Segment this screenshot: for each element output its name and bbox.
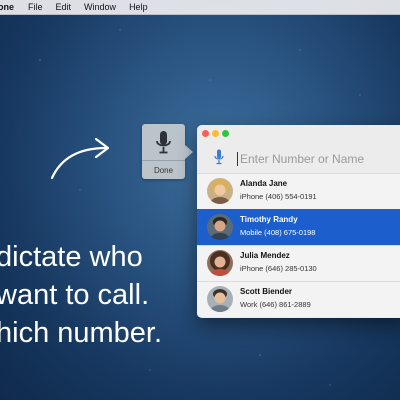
avatar: [207, 178, 233, 204]
contact-number: Work (646) 861-2889: [240, 300, 311, 309]
tagline-text: dictate who want to call. hich number.: [0, 238, 162, 352]
contact-name: Julia Mendez: [240, 251, 290, 260]
contact-number: Mobile (408) 675-0198: [240, 228, 316, 237]
contact-row-alanda-jane[interactable]: Alanda Jane iPhone (406) 554-0191: [197, 173, 400, 209]
contact-row-timothy-randy[interactable]: Timothy Randy Mobile (408) 675-0198: [197, 209, 400, 245]
popover-pointer: [185, 145, 193, 159]
tagline-line-1: dictate who: [0, 241, 143, 273]
contact-name: Timothy Randy: [240, 215, 298, 224]
search-input[interactable]: Enter Number or Name: [240, 152, 364, 166]
menu-item-edit[interactable]: Edit: [56, 2, 72, 12]
avatar: [207, 214, 233, 240]
contact-row-julia-mendez[interactable]: Julia Mendez iPhone (646) 285-0130: [197, 245, 400, 281]
contact-name: Alanda Jane: [240, 179, 288, 188]
tagline-line-2: want to call.: [0, 279, 150, 311]
contact-number: iPhone (406) 554-0191: [240, 192, 317, 201]
contact-row-scott-biender[interactable]: Scott Biender Work (646) 861-2889: [197, 281, 400, 317]
contact-list: Alanda Jane iPhone (406) 554-0191 Timoth…: [197, 173, 400, 317]
close-window-button[interactable]: [202, 130, 209, 137]
curved-arrow-icon: [50, 137, 110, 180]
menu-item-window[interactable]: Window: [84, 2, 116, 12]
contact-number: iPhone (646) 285-0130: [240, 264, 317, 273]
search-field[interactable]: Enter Number or Name: [197, 143, 400, 173]
microphone-icon[interactable]: [214, 149, 224, 165]
microphone-icon: [156, 131, 171, 154]
dictation-popover: Done: [142, 124, 185, 179]
menu-item-help[interactable]: Help: [129, 2, 148, 12]
popover-divider: [142, 160, 185, 161]
window-titlebar: Enter Number or Name: [197, 125, 400, 173]
avatar: [207, 286, 233, 312]
tagline-line-3: hich number.: [0, 317, 163, 349]
menu-app-name[interactable]: one: [0, 2, 14, 12]
app-window: Enter Number or Name Alanda Jane iPhone …: [197, 125, 400, 318]
menu-bar: one File Edit Window Help: [0, 0, 400, 15]
minimize-window-button[interactable]: [212, 130, 219, 137]
menu-item-file[interactable]: File: [28, 2, 43, 12]
text-cursor: [237, 152, 238, 166]
zoom-window-button[interactable]: [222, 130, 229, 137]
dictation-done-button[interactable]: Done: [142, 166, 185, 175]
avatar: [207, 250, 233, 276]
contact-name: Scott Biender: [240, 287, 293, 296]
